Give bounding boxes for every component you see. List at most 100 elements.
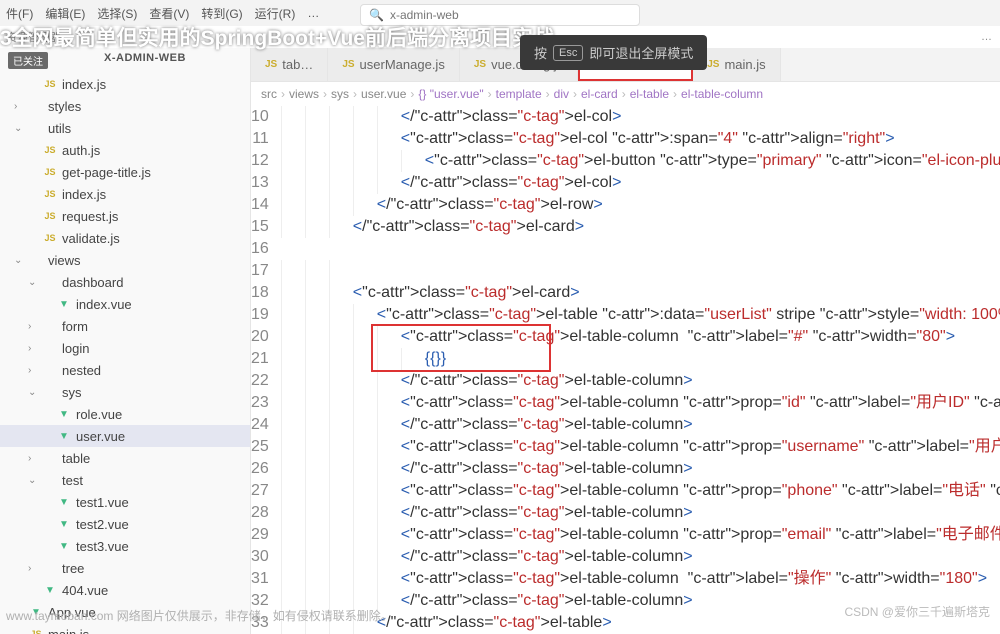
tree-node-test3-vue[interactable]: test3.vue — [0, 535, 250, 557]
tree-label: nested — [62, 363, 101, 378]
tree-label: form — [62, 319, 88, 334]
tree-node-user-vue[interactable]: user.vue — [0, 425, 250, 447]
menu-item[interactable]: 查看(V) — [149, 5, 189, 22]
tree-label: index.js — [62, 77, 106, 92]
js-icon — [42, 211, 58, 221]
breadcrumb-item[interactable]: el-card — [581, 87, 618, 101]
code-line-25[interactable]: <"c-attr">class="c-tag">el-table-column … — [281, 436, 1000, 458]
file-explorer-sidebar[interactable]: 已关注 X-ADMIN-WEB index.js›styles⌄utilsaut… — [0, 48, 251, 634]
menu-item[interactable]: … — [307, 6, 319, 20]
breadcrumb-item[interactable]: {} "user.vue" — [418, 87, 483, 101]
breadcrumb[interactable]: src›views›sys›user.vue›{} "user.vue"›tem… — [251, 82, 1000, 106]
code-line-26[interactable]: </"c-attr">class="c-tag">el-table-column… — [281, 458, 1000, 480]
code-line-15[interactable]: </"c-attr">class="c-tag">el-card> — [281, 216, 1000, 238]
explorer-root: X-ADMIN-WEB — [104, 52, 186, 69]
tree-label: tree — [62, 561, 84, 576]
code-line-27[interactable]: <"c-attr">class="c-tag">el-table-column … — [281, 480, 1000, 502]
code-line-12[interactable]: <"c-attr">class="c-tag">el-button "c-att… — [281, 150, 1000, 172]
breadcrumb-item[interactable]: sys — [331, 87, 349, 101]
tree-node-main-js[interactable]: main.js — [0, 623, 250, 634]
code-line-14[interactable]: </"c-attr">class="c-tag">el-row> — [281, 194, 1000, 216]
tree-node-test2-vue[interactable]: test2.vue — [0, 513, 250, 535]
code-line-24[interactable]: </"c-attr">class="c-tag">el-table-column… — [281, 414, 1000, 436]
tree-label: test2.vue — [76, 517, 129, 532]
tree-node-dashboard[interactable]: ⌄dashboard — [0, 271, 250, 293]
tree-label: test1.vue — [76, 495, 129, 510]
tree-node-404-vue[interactable]: 404.vue — [0, 579, 250, 601]
js-icon: JS — [265, 59, 277, 70]
code-line-30[interactable]: </"c-attr">class="c-tag">el-table-column… — [281, 546, 1000, 568]
tree-node-role-vue[interactable]: role.vue — [0, 403, 250, 425]
code-editor[interactable]: 1011121314151617181920212223242526272829… — [251, 106, 1000, 634]
tree-node-get-page-title-js[interactable]: get-page-title.js — [0, 161, 250, 183]
chevron-icon: ⌄ — [28, 277, 42, 288]
js-icon: JS — [342, 59, 354, 70]
tree-label: index.vue — [76, 297, 132, 312]
footer-note: www.taymoban.com 网络图片仅供展示，非存储，如有侵权请联系删除。 — [6, 607, 393, 624]
code-line-11[interactable]: <"c-attr">class="c-tag">el-col "c-attr">… — [281, 128, 1000, 150]
code-line-29[interactable]: <"c-attr">class="c-tag">el-table-column … — [281, 524, 1000, 546]
fullscreen-exit-tip: 按 Esc 即可退出全屏模式 — [520, 35, 707, 70]
tree-node-request-js[interactable]: request.js — [0, 205, 250, 227]
tree-node-auth-js[interactable]: auth.js — [0, 139, 250, 161]
tree-node-validate-js[interactable]: validate.js — [0, 227, 250, 249]
breadcrumb-item[interactable]: div — [554, 87, 569, 101]
video-title-overlay: 3全网最简单但实用的SpringBoot+Vue前后端分离项目实战 — [0, 22, 554, 52]
code-line-20[interactable]: <"c-attr">class="c-tag">el-table-column … — [281, 326, 1000, 348]
code-line-19[interactable]: <"c-attr">class="c-tag">el-table "c-attr… — [281, 304, 1000, 326]
code-line-10[interactable]: </"c-attr">class="c-tag">el-col> — [281, 106, 1000, 128]
code-line-31[interactable]: <"c-attr">class="c-tag">el-table-column … — [281, 568, 1000, 590]
breadcrumb-item[interactable]: user.vue — [361, 87, 406, 101]
tree-label: login — [62, 341, 89, 356]
tree-node-sys[interactable]: ⌄sys — [0, 381, 250, 403]
tree-label: request.js — [62, 209, 118, 224]
breadcrumb-item[interactable]: template — [496, 87, 542, 101]
tree-node-views[interactable]: ⌄views — [0, 249, 250, 271]
tree-node-utils[interactable]: ⌄utils — [0, 117, 250, 139]
tree-node-styles[interactable]: ›styles — [0, 95, 250, 117]
tree-node-index-js[interactable]: index.js — [0, 183, 250, 205]
tree-node-nested[interactable]: › nested — [0, 359, 250, 381]
code-line-23[interactable]: <"c-attr">class="c-tag">el-table-column … — [281, 392, 1000, 414]
menu-item[interactable]: 件(F) — [6, 5, 33, 22]
chevron-icon: ⌄ — [28, 387, 42, 398]
editor-tab-tab…[interactable]: JStab… — [251, 48, 328, 81]
code-line-17[interactable] — [281, 260, 1000, 282]
code-line-28[interactable]: </"c-attr">class="c-tag">el-table-column… — [281, 502, 1000, 524]
tree-node-form[interactable]: ›form — [0, 315, 250, 337]
tree-label: 404.vue — [62, 583, 108, 598]
breadcrumb-item[interactable]: src — [261, 87, 277, 101]
breadcrumb-item[interactable]: el-table-column — [681, 87, 763, 101]
chevron-icon: › — [28, 365, 42, 376]
tree-label: utils — [48, 121, 71, 136]
chevron-icon: › — [14, 101, 28, 112]
vue-icon — [42, 585, 58, 596]
tree-node-test[interactable]: ⌄test — [0, 469, 250, 491]
menu-item[interactable]: 转到(G) — [201, 5, 242, 22]
chevron-icon: › — [28, 343, 42, 354]
code-line-21[interactable]: {{}} — [281, 348, 1000, 370]
tree-node-table[interactable]: ›table — [0, 447, 250, 469]
tree-label: views — [48, 253, 81, 268]
code-line-13[interactable]: </"c-attr">class="c-tag">el-col> — [281, 172, 1000, 194]
search-icon: 🔍 — [369, 8, 384, 22]
menu-item[interactable]: 运行(R) — [255, 5, 296, 22]
menu-item[interactable]: 编辑(E) — [45, 5, 85, 22]
breadcrumb-item[interactable]: views — [289, 87, 319, 101]
code-line-16[interactable] — [281, 238, 1000, 260]
tree-node-index-vue[interactable]: index.vue — [0, 293, 250, 315]
breadcrumb-item[interactable]: el-table — [630, 87, 669, 101]
tree-node-test1-vue[interactable]: test1.vue — [0, 491, 250, 513]
tree-label: get-page-title.js — [62, 165, 151, 180]
tree-node-login[interactable]: › login — [0, 337, 250, 359]
tree-node-tree[interactable]: ›tree — [0, 557, 250, 579]
tree-node-index-js[interactable]: index.js — [0, 73, 250, 95]
tree-label: role.vue — [76, 407, 122, 422]
js-icon — [42, 167, 58, 177]
code-line-22[interactable]: </"c-attr">class="c-tag">el-table-column… — [281, 370, 1000, 392]
editor-tab-userManage-js[interactable]: JSuserManage.js — [328, 48, 460, 81]
vue-icon — [56, 299, 72, 310]
tree-label: main.js — [48, 627, 89, 634]
menu-item[interactable]: 选择(S) — [97, 5, 137, 22]
code-line-18[interactable]: <"c-attr">class="c-tag">el-card> — [281, 282, 1000, 304]
